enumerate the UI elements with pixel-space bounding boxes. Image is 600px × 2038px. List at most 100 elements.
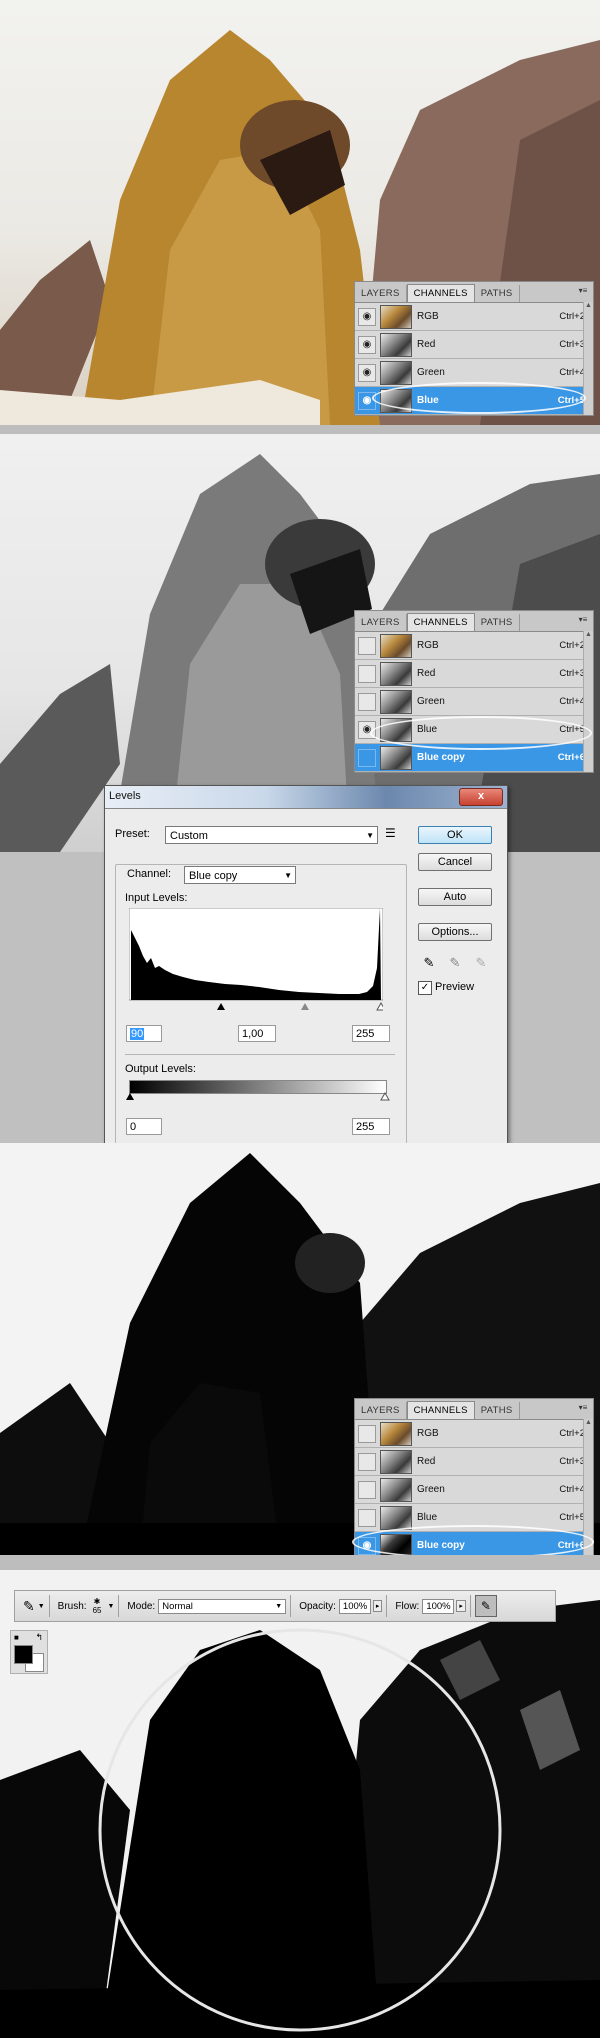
channel-value: Blue copy	[189, 870, 238, 882]
eye-icon[interactable]: ◉	[358, 335, 376, 354]
chevron-down-icon[interactable]: ▼	[107, 1603, 114, 1610]
input-gamma-field[interactable]: 1,00	[238, 1025, 276, 1042]
channel-shortcut: Ctrl+3	[559, 1456, 585, 1467]
auto-button[interactable]: Auto	[418, 888, 492, 906]
channel-name: Green	[417, 696, 445, 707]
preset-select[interactable]: Custom ▼	[165, 826, 378, 844]
output-white-field[interactable]: 255	[352, 1118, 390, 1135]
eye-toggle[interactable]	[358, 1424, 376, 1443]
separator	[118, 1595, 120, 1617]
eye-toggle[interactable]	[358, 1508, 376, 1527]
channel-name: Blue copy	[417, 752, 465, 763]
tab-paths[interactable]: PATHS	[475, 285, 520, 302]
channel-shortcut: Ctrl+2	[559, 640, 585, 651]
chevron-down-icon[interactable]: ▼	[38, 1603, 45, 1610]
panel-menu-icon[interactable]: ▾≡	[576, 286, 590, 296]
gray-eyedropper-icon[interactable]: ✎	[447, 955, 463, 971]
tab-paths[interactable]: PATHS	[475, 1402, 520, 1419]
channel-row[interactable]: RGB Ctrl+2	[355, 1420, 593, 1448]
panel-tabs: LAYERS CHANNELS PATHS ▾≡	[355, 611, 593, 632]
brush-preset-picker[interactable]: ✱ 65	[93, 1597, 102, 1615]
channel-row[interactable]: Green Ctrl+4	[355, 688, 593, 716]
cancel-button[interactable]: Cancel	[418, 853, 492, 871]
tab-channels[interactable]: CHANNELS	[406, 1401, 475, 1419]
default-colors-icon[interactable]: ■	[14, 1633, 19, 1642]
channel-thumbnail	[380, 332, 412, 357]
opacity-label: Opacity:	[299, 1600, 336, 1612]
tab-layers[interactable]: LAYERS	[355, 285, 407, 302]
channel-select[interactable]: Blue copy ▼	[184, 866, 296, 884]
channel-thumbnail	[380, 689, 412, 714]
eye-icon[interactable]: ◉	[358, 363, 376, 382]
channel-thumbnail	[380, 1421, 412, 1446]
eye-toggle[interactable]	[358, 748, 376, 767]
gamma-slider[interactable]	[301, 1003, 309, 1010]
black-point-slider[interactable]	[217, 1003, 225, 1010]
channel-thumbnail	[380, 304, 412, 329]
foreground-color-swatch[interactable]	[14, 1645, 33, 1664]
preview-label: Preview	[435, 981, 475, 993]
tab-layers[interactable]: LAYERS	[355, 614, 407, 631]
mode-select[interactable]: Normal ▼	[158, 1598, 287, 1614]
input-white-field[interactable]: 255	[352, 1025, 390, 1042]
channel-shortcut: Ctrl+2	[559, 311, 585, 322]
airbrush-toggle-icon[interactable]: ✎	[474, 1595, 497, 1617]
white-eyedropper-icon[interactable]: ✎	[473, 955, 489, 971]
opacity-field[interactable]: 100%	[338, 1598, 371, 1614]
chevron-down-icon: ▼	[284, 871, 292, 880]
channel-thumbnail	[380, 1449, 412, 1474]
eye-icon[interactable]: ◉	[358, 307, 376, 326]
tab-paths[interactable]: PATHS	[475, 614, 520, 631]
input-black-field[interactable]: 90	[126, 1025, 162, 1042]
channel-shortcut: Ctrl+4	[559, 1484, 585, 1495]
dialog-titlebar[interactable]: Levels x	[105, 786, 507, 809]
output-black-field[interactable]: 0	[126, 1118, 162, 1135]
channel-row[interactable]: RGB Ctrl+2	[355, 632, 593, 660]
tab-channels[interactable]: CHANNELS	[406, 613, 475, 631]
channel-row[interactable]: Green Ctrl+4	[355, 1476, 593, 1504]
channel-shortcut: Ctrl+4	[559, 367, 585, 378]
channel-row[interactable]: ◉ Red Ctrl+3	[355, 331, 593, 359]
options-button[interactable]: Options...	[418, 923, 492, 941]
panel-menu-icon[interactable]: ▾≡	[576, 615, 590, 625]
channel-thumbnail	[380, 633, 412, 658]
brush-options-bar: ✎ ▼ Brush: ✱ 65 ▼ Mode: Normal ▼ Opacity…	[14, 1590, 556, 1622]
flow-field[interactable]: 100%	[422, 1598, 455, 1614]
separator	[290, 1595, 292, 1617]
close-button[interactable]: x	[459, 788, 503, 806]
brush-label: Brush:	[57, 1600, 87, 1612]
panel-menu-icon[interactable]: ▾≡	[576, 1403, 590, 1413]
lion-silhouette-image	[0, 1570, 600, 2038]
opacity-slider-button[interactable]: ▸	[372, 1600, 383, 1612]
ok-button[interactable]: OK	[418, 826, 492, 844]
white-point-slider[interactable]	[376, 1001, 383, 1011]
brush-tool-icon[interactable]: ✎	[23, 1598, 35, 1615]
channel-row[interactable]: Red Ctrl+3	[355, 660, 593, 688]
channel-row[interactable]: Red Ctrl+3	[355, 1448, 593, 1476]
eye-toggle[interactable]	[358, 636, 376, 655]
eye-toggle[interactable]	[358, 664, 376, 683]
eye-toggle[interactable]	[358, 1480, 376, 1499]
preset-options-icon[interactable]: ☰	[385, 826, 396, 840]
output-white-slider[interactable]	[380, 1092, 390, 1101]
panel-scrollbar[interactable]: ▲	[583, 631, 593, 772]
output-black-slider[interactable]	[126, 1093, 134, 1100]
eye-toggle[interactable]	[358, 692, 376, 711]
black-eyedropper-icon[interactable]: ✎	[421, 955, 437, 971]
levels-dialog: Levels x Preset: Custom ▼ ☰ Channel: Blu…	[104, 785, 508, 1160]
preview-checkbox[interactable]: ✓	[418, 981, 432, 995]
separator	[48, 1595, 50, 1617]
levels-result-section: LAYERS CHANNELS PATHS ▾≡ RGB Ctrl+2 Red …	[0, 1143, 600, 1555]
output-levels-label: Output Levels:	[125, 1063, 196, 1075]
flow-slider-button[interactable]: ▸	[456, 1600, 466, 1612]
mode-label: Mode:	[127, 1600, 156, 1612]
chevron-down-icon: ▼	[366, 831, 374, 840]
tab-channels[interactable]: CHANNELS	[406, 284, 475, 302]
eye-toggle[interactable]	[358, 1452, 376, 1471]
preset-value: Custom	[170, 830, 208, 842]
channel-thumbnail	[380, 360, 412, 385]
swap-colors-icon[interactable]: ↰	[35, 1632, 43, 1643]
tab-layers[interactable]: LAYERS	[355, 1402, 407, 1419]
brush-tip-icon: ✱	[93, 1597, 101, 1606]
channel-row[interactable]: ◉ RGB Ctrl+2	[355, 303, 593, 331]
